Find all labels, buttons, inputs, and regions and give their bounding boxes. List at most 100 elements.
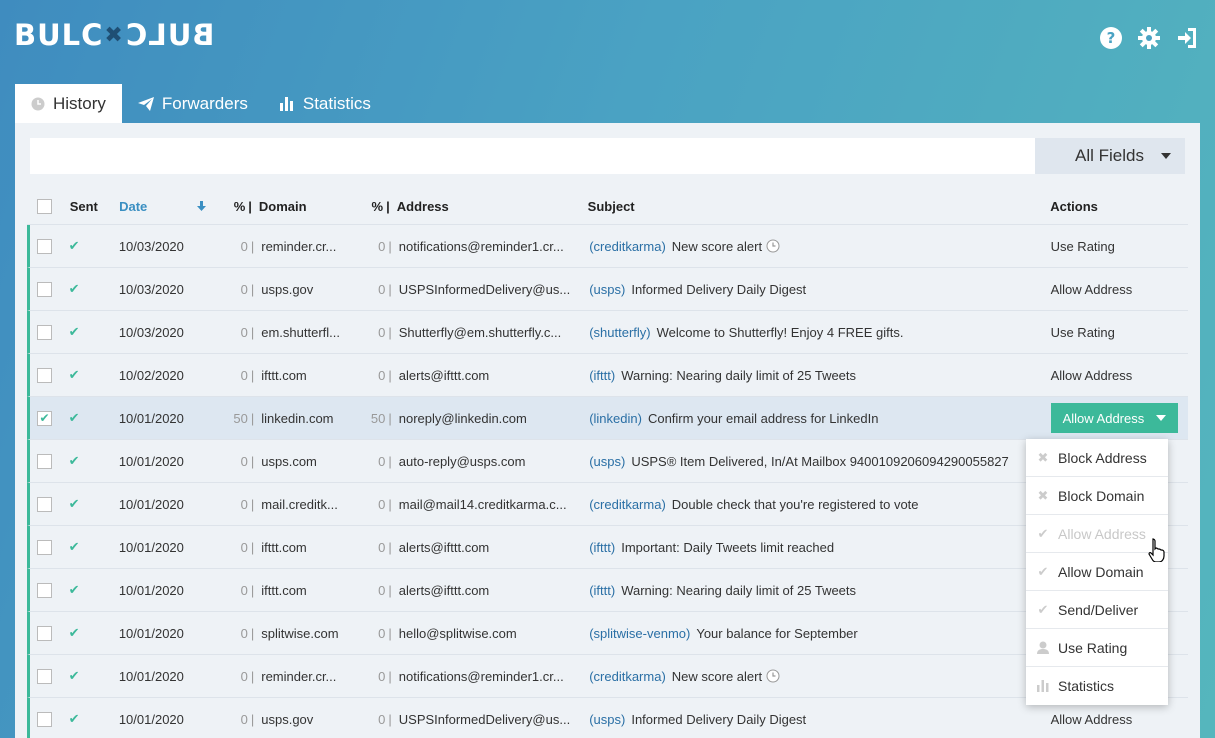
sender-tag[interactable]: (usps)	[589, 282, 625, 297]
row-checkbox[interactable]	[37, 582, 52, 598]
domain-cell: ifttt.com	[261, 582, 307, 598]
address-cell: alerts@ifttt.com	[398, 367, 490, 383]
sender-tag[interactable]: (usps)	[589, 454, 625, 469]
action-label[interactable]: Allow Address	[1051, 368, 1133, 383]
pct-label: %	[371, 198, 384, 214]
row-checkbox-cell	[30, 496, 60, 512]
sent-cell: ✔	[60, 324, 109, 340]
sender-tag[interactable]: (splitwise-venmo)	[589, 626, 690, 641]
address-cell: alerts@ifttt.com	[398, 539, 490, 555]
table-row[interactable]: ✔ 10/01/2020 0 | reminder.cr... 0 | notifi…	[27, 655, 1188, 698]
table-row[interactable]: ✔ 10/01/2020 0 | usps.gov 0 | USPSInformed…	[27, 698, 1188, 738]
check-icon: ✔	[68, 668, 80, 683]
sender-tag[interactable]: (usps)	[589, 712, 625, 727]
header-domain-pct[interactable]: % |	[230, 199, 255, 214]
table-row[interactable]: ✔ 10/01/2020 0 | mail.creditk... 0 | mail@…	[27, 483, 1188, 526]
table-row[interactable]: ✔ 10/01/2020 0 | splitwise.com 0 | hello@s…	[27, 612, 1188, 655]
table-row[interactable]: ✔ 10/01/2020 0 | ifttt.com 0 | alerts@iftt…	[27, 526, 1188, 569]
check-icon: ✔	[68, 238, 80, 253]
gear-icon[interactable]	[1137, 26, 1161, 50]
subject-text: Important: Daily Tweets limit reached	[621, 539, 835, 555]
menu-item-allow-domain[interactable]: ✔ Allow Domain	[1026, 553, 1168, 591]
user-icon	[1036, 641, 1050, 654]
tab-label: History	[53, 93, 106, 113]
sent-cell: ✔	[60, 582, 109, 598]
header-subject[interactable]: Subject	[588, 199, 1051, 214]
sender-tag[interactable]: (creditkarma)	[589, 497, 666, 512]
row-checkbox[interactable]	[37, 668, 52, 684]
sender-tag[interactable]: (ifttt)	[589, 540, 615, 555]
tab-statistics[interactable]: Statistics	[264, 84, 387, 123]
sort-desc-icon[interactable]	[196, 199, 230, 214]
header-actions: Actions	[1050, 198, 1098, 214]
select-all-checkbox[interactable]	[37, 198, 52, 214]
row-checkbox-cell	[30, 668, 60, 684]
sender-tag[interactable]: (ifttt)	[589, 368, 615, 383]
actions-cell: Allow Address	[1051, 368, 1188, 383]
table-row[interactable]: ✔ 10/03/2020 0 | usps.gov 0 | USPSInformed…	[27, 268, 1188, 311]
table-row[interactable]: ✔ ✔ 10/01/2020 50 | linkedin.com 50 | nore…	[27, 397, 1188, 440]
row-checkbox[interactable]	[37, 367, 52, 383]
header-domain[interactable]: Domain	[255, 199, 368, 214]
sender-tag[interactable]: (linkedin)	[589, 411, 642, 426]
table-row[interactable]: ✔ 10/03/2020 0 | reminder.cr... 0 | notifi…	[27, 225, 1188, 268]
domain-pct-cell: 0 |	[233, 626, 258, 641]
action-label[interactable]: Use Rating	[1051, 325, 1115, 340]
sender-tag[interactable]: (creditkarma)	[589, 669, 666, 684]
row-checkbox[interactable]	[37, 711, 52, 727]
menu-item-label: Allow Domain	[1058, 563, 1144, 580]
check-icon: ✔	[39, 411, 50, 425]
separator: |	[250, 367, 255, 383]
field-select[interactable]: All Fields	[1035, 138, 1185, 174]
action-label[interactable]: Use Rating	[1051, 239, 1115, 254]
help-icon[interactable]: ?	[1099, 26, 1123, 50]
subject-text: Warning: Nearing daily limit of 25 Tweet…	[621, 582, 857, 598]
header-address-pct[interactable]: % |	[368, 199, 393, 214]
domain-cell: reminder.cr...	[261, 238, 337, 254]
row-checkbox-cell	[30, 711, 60, 727]
bar-chart-icon	[1036, 680, 1050, 692]
header-sent[interactable]: Sent	[57, 199, 106, 214]
action-dropdown-button[interactable]: Allow Address	[1050, 403, 1179, 433]
pct-label: %	[233, 198, 246, 214]
menu-item-block-domain[interactable]: ✖ Block Domain	[1026, 477, 1168, 515]
address-pct: 50	[370, 410, 386, 426]
action-label[interactable]: Allow Address	[1051, 712, 1133, 727]
separator: |	[250, 582, 255, 598]
separator: |	[388, 410, 392, 426]
row-checkbox[interactable]: ✔	[37, 410, 52, 426]
header-address[interactable]: Address	[393, 199, 588, 214]
table-row[interactable]: ✔ 10/03/2020 0 | em.shutterfl... 0 | Shutt…	[27, 311, 1188, 354]
row-checkbox[interactable]	[37, 238, 52, 254]
action-label[interactable]: Allow Address	[1051, 282, 1133, 297]
domain-pct: 0	[240, 238, 248, 254]
sender-tag[interactable]: (ifttt)	[589, 583, 615, 598]
sender-tag[interactable]: (shutterfly)	[589, 325, 650, 340]
sign-out-icon[interactable]	[1175, 26, 1199, 50]
tab-forwarders[interactable]: Forwarders	[122, 84, 264, 123]
row-checkbox[interactable]	[37, 324, 52, 340]
separator: |	[250, 453, 255, 469]
address-pct: 0	[378, 453, 386, 469]
separator: |	[250, 281, 255, 297]
domain-cell: em.shutterfl...	[261, 324, 340, 340]
table-body: ✔ 10/03/2020 0 | reminder.cr... 0 | notifi…	[27, 225, 1188, 738]
table-row[interactable]: ✔ 10/01/2020 0 | usps.com 0 | auto-reply@u…	[27, 440, 1188, 483]
address-pct: 0	[378, 582, 386, 598]
menu-item-statistics[interactable]: Statistics	[1026, 667, 1168, 705]
menu-item-use-rating[interactable]: Use Rating	[1026, 629, 1168, 667]
row-checkbox[interactable]	[37, 453, 52, 469]
menu-item-send-deliver[interactable]: ✔ Send/Deliver	[1026, 591, 1168, 629]
header-date[interactable]: Date	[106, 199, 197, 214]
row-checkbox[interactable]	[37, 281, 52, 297]
row-checkbox[interactable]	[37, 496, 52, 512]
domain-cell: usps.gov	[261, 281, 314, 297]
row-checkbox[interactable]	[37, 539, 52, 555]
menu-item-block-address[interactable]: ✖ Block Address	[1026, 439, 1168, 477]
row-checkbox[interactable]	[37, 625, 52, 641]
table-row[interactable]: ✔ 10/02/2020 0 | ifttt.com 0 | alerts@iftt…	[27, 354, 1188, 397]
search-input[interactable]	[30, 138, 1035, 174]
table-row[interactable]: ✔ 10/01/2020 0 | ifttt.com 0 | alerts@iftt…	[27, 569, 1188, 612]
tab-history[interactable]: History	[15, 84, 122, 123]
sender-tag[interactable]: (creditkarma)	[589, 239, 666, 254]
